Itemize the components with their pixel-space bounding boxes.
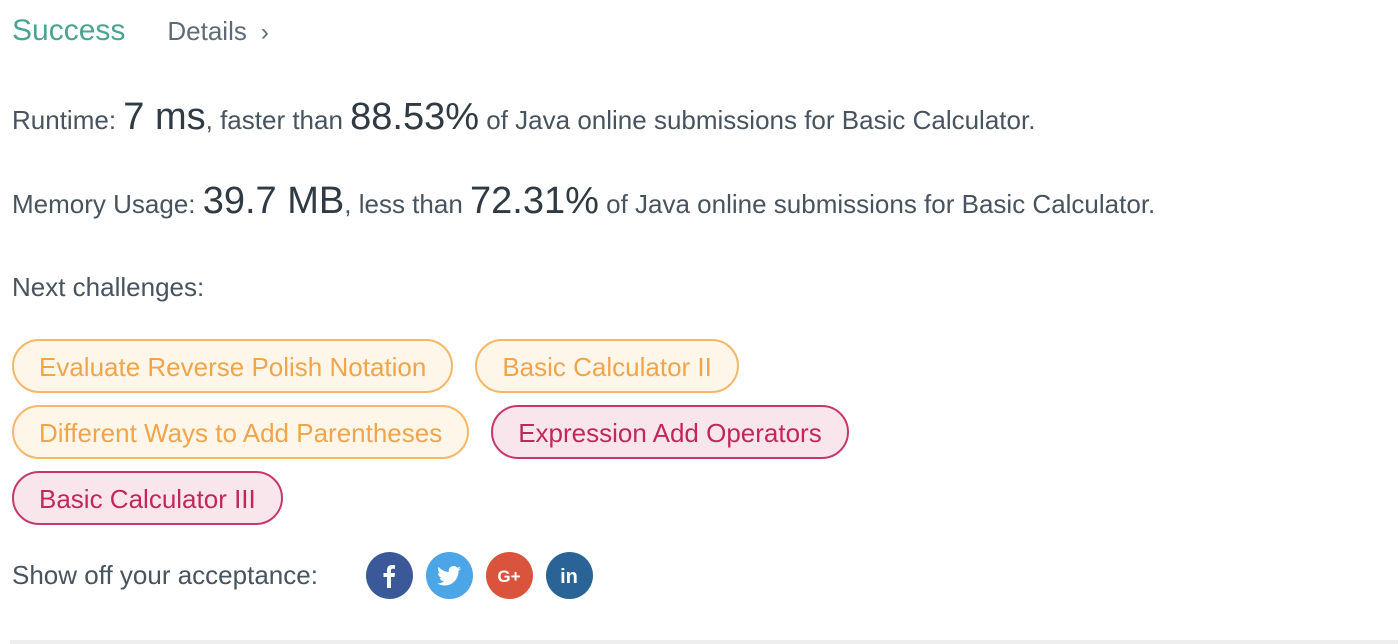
challenge-chip[interactable]: Expression Add Operators xyxy=(491,405,849,459)
linkedin-glyph: in xyxy=(561,566,579,587)
memory-mid: , less than xyxy=(344,189,470,219)
runtime-label: Runtime: xyxy=(12,105,124,135)
challenge-chip[interactable]: Evaluate Reverse Polish Notation xyxy=(12,339,454,393)
google-plus-glyph: G+ xyxy=(498,567,521,586)
challenge-row: Different Ways to Add Parentheses Expres… xyxy=(12,405,992,459)
memory-percent: 72.31% xyxy=(470,180,599,222)
runtime-stat: Runtime: 7 ms, faster than 88.53% of Jav… xyxy=(12,96,1035,139)
share-section: Show off your acceptance: G+ in xyxy=(12,552,606,599)
linkedin-share-button[interactable]: in xyxy=(545,552,593,599)
memory-stat: Memory Usage: 39.7 MB, less than 72.31% … xyxy=(12,180,1155,223)
next-challenges-title: Next challenges: xyxy=(12,272,205,302)
facebook-icon xyxy=(383,564,396,588)
result-header: Success Details › xyxy=(12,14,269,48)
google-plus-share-button[interactable]: G+ xyxy=(485,552,533,599)
submission-result-panel: Success Details › Runtime: 7 ms, faster … xyxy=(0,0,1398,644)
runtime-suffix: of Java online submissions for Basic Cal… xyxy=(479,105,1036,135)
runtime-percent: 88.53% xyxy=(350,96,480,138)
challenge-row: Basic Calculator III xyxy=(12,471,992,525)
challenge-chip[interactable]: Basic Calculator III xyxy=(12,471,283,525)
details-link[interactable]: Details xyxy=(167,16,246,47)
runtime-value: 7 ms xyxy=(123,96,206,138)
twitter-icon xyxy=(437,565,462,586)
challenge-list: Evaluate Reverse Polish Notation Basic C… xyxy=(12,339,992,537)
memory-value: 39.7 MB xyxy=(202,180,345,222)
challenge-row: Evaluate Reverse Polish Notation Basic C… xyxy=(12,339,992,393)
status-label: Success xyxy=(12,14,126,47)
divider xyxy=(10,640,1398,644)
google-plus-icon: G+ xyxy=(494,566,524,586)
linkedin-icon: in xyxy=(556,565,582,587)
challenge-chip[interactable]: Basic Calculator II xyxy=(475,339,739,393)
twitter-share-button[interactable] xyxy=(425,552,473,599)
challenge-chip[interactable]: Different Ways to Add Parentheses xyxy=(12,405,470,459)
memory-label: Memory Usage: xyxy=(12,189,203,219)
runtime-mid: , faster than xyxy=(205,105,351,135)
memory-suffix: of Java online submissions for Basic Cal… xyxy=(598,189,1156,219)
chevron-right-icon[interactable]: › xyxy=(261,19,269,47)
facebook-share-button[interactable] xyxy=(365,552,413,599)
share-label: Show off your acceptance: xyxy=(12,560,318,590)
